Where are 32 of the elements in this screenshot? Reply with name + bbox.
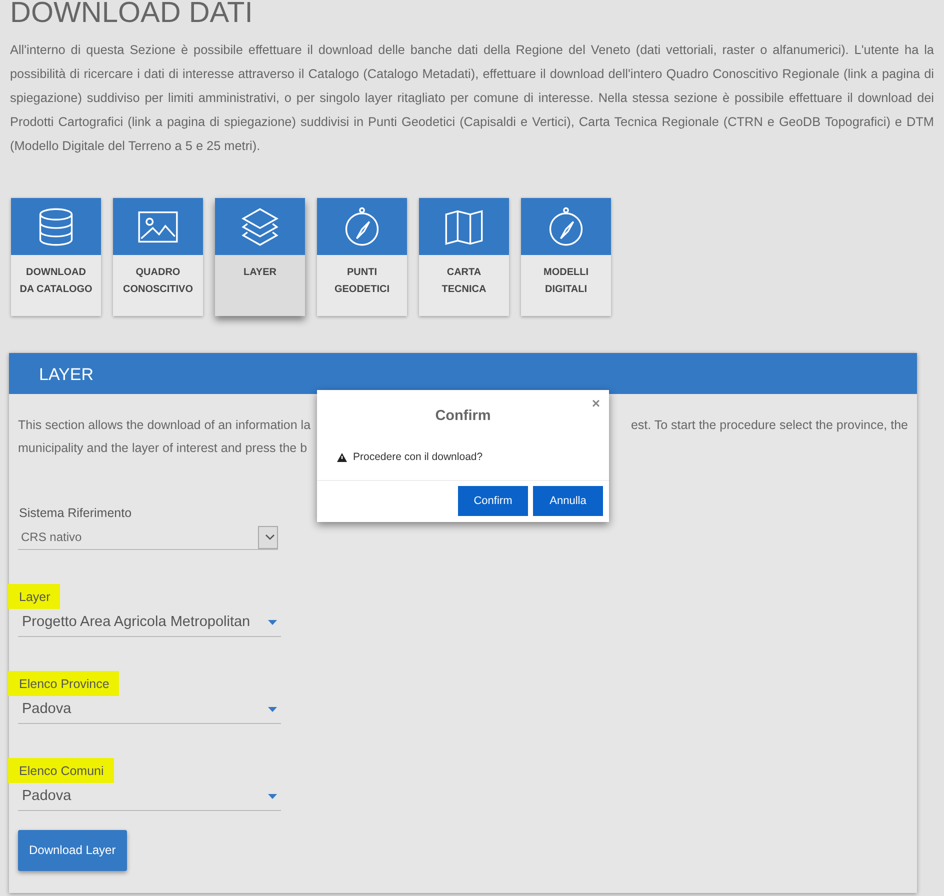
panel-header: LAYER	[9, 353, 917, 394]
description-text: This section allows the download of an information la	[18, 417, 311, 434]
field-label: Layer	[8, 584, 60, 609]
download-button[interactable]: Download Layer	[18, 830, 127, 871]
intro-paragraph: All'interno di questa Sezione è possibile effettuare il download delle banche dati della Regione del Veneto (dati vettoriali, raster o alfanumerici). L'utente ha la possibilità di ricercare i dati di interesse attraverso il Catalogo (Catalogo Metadati), effettuare il download dell'intero Quadro Conoscitivo Regionale (link a pagina di spiegazione) suddiviso per limiti amministrativi, o per singolo layer ritagliato per comune di interesse. Nella stessa sezione è possibile effettuare il download dei Prodotti Cartografici (link a pagina di spiegazione) suddivisi in Punti Geodetici (Capisaldi e Vertici), Carta Tecnica Regionale (CTRN e GeoDB Topografici) e DTM (Modello Digitale del Terreno a 5 e 25 metri).	[10, 42, 934, 155]
caret-icon	[268, 794, 277, 799]
description-text: est. To start the procedure select the province, the	[630, 417, 908, 434]
field-label: Elenco Province	[8, 671, 120, 696]
field-label: Elenco Comuni	[8, 758, 114, 783]
description-text: municipality and the layer of interest and press the b	[18, 440, 308, 457]
select-field[interactable]: Progetto Area Agricola Metropolitan	[18, 609, 281, 637]
caret-icon	[268, 707, 277, 712]
field-label: Sistema Riferimento	[18, 505, 133, 522]
dialog-message: Procedere con il download?	[353, 450, 483, 465]
chevron-down-icon	[264, 534, 274, 540]
category-tile[interactable]: PUNTI GEODETICI	[317, 198, 407, 316]
select-field[interactable]: Padova	[18, 783, 281, 811]
warning-icon	[337, 453, 347, 462]
category-tile[interactable]: MODELLI DIGITALI	[521, 198, 611, 316]
layers-icon	[239, 206, 281, 248]
close-button[interactable]: ×	[592, 396, 600, 410]
category-tile[interactable]: CARTA TECNICA	[419, 198, 509, 316]
select-field[interactable]: CRS nativo	[18, 525, 278, 550]
category-tile[interactable]: LAYER	[215, 198, 305, 316]
caret-icon	[268, 620, 277, 625]
dialog-title: Confirm	[434, 407, 492, 426]
page-title: DOWNLOAD DATI	[10, 0, 254, 26]
category-tile[interactable]: QUADRO CONOSCITIVO	[113, 198, 203, 316]
select-field[interactable]: Padova	[18, 696, 281, 724]
dialog-button[interactable]: Confirm	[458, 486, 528, 516]
category-tile[interactable]: DOWNLOAD DA CATALOGO	[11, 198, 101, 316]
dialog-button[interactable]: Annulla	[533, 486, 603, 516]
